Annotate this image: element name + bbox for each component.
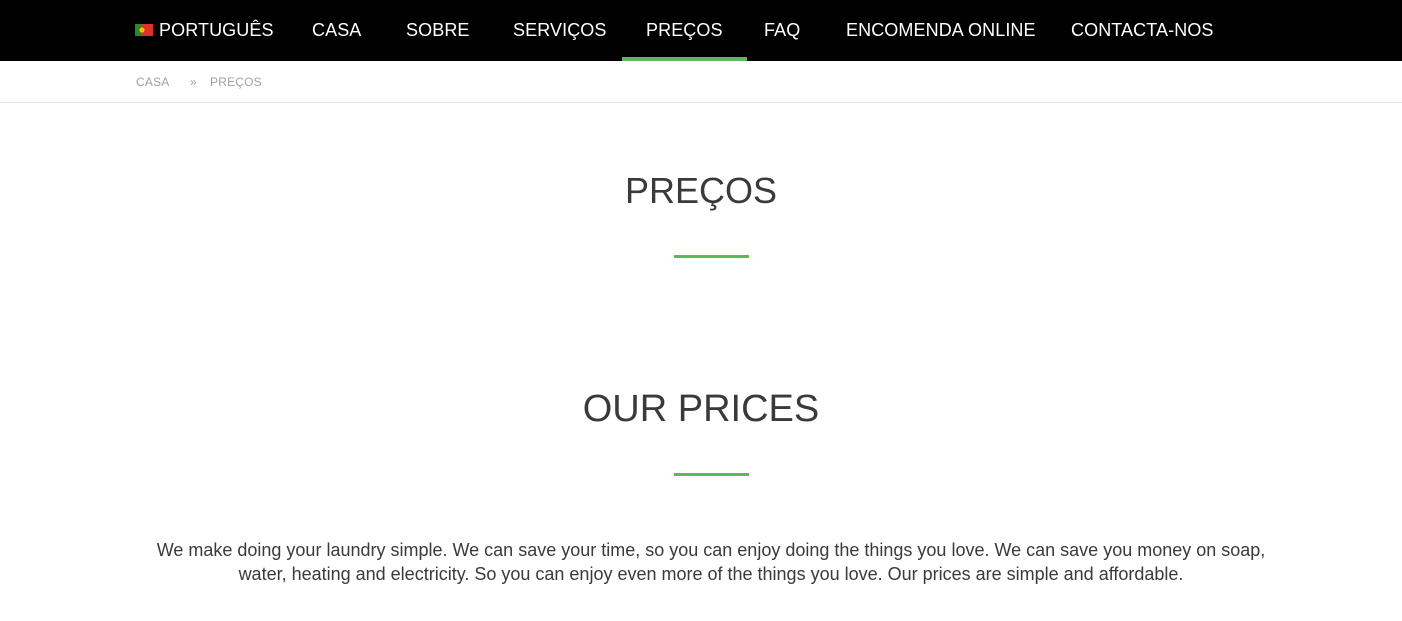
nav-item-sobre[interactable]: SOBRE (406, 0, 470, 61)
title-divider (674, 255, 749, 258)
nav-item-contacta-nos[interactable]: CONTACTA-NOS (1071, 0, 1214, 61)
breadcrumb-separator: » (190, 75, 197, 89)
nav-item-servicos[interactable]: SERVIÇOS (513, 0, 607, 61)
page-title: PREÇOS (624, 170, 778, 211)
breadcrumb: CASA » PREÇOS (0, 61, 1402, 103)
breadcrumb-current: PREÇOS (210, 75, 262, 89)
section-divider (674, 473, 749, 476)
nav-item-precos[interactable]: PREÇOS (622, 0, 747, 61)
section-title: OUR PRICES (582, 388, 820, 430)
nav-item-encomenda-online[interactable]: ENCOMENDA ONLINE (846, 0, 1036, 61)
nav-item-faq[interactable]: FAQ (764, 0, 800, 61)
language-label: PORTUGUÊS (159, 20, 274, 40)
intro-paragraph: We make doing your laundry simple. We ca… (156, 540, 1266, 584)
portugal-flag-icon (135, 0, 153, 36)
main-nav: PORTUGUÊS CASA SOBRE SERVIÇOS PREÇOS FAQ… (0, 0, 1402, 61)
nav-item-casa[interactable]: CASA (312, 0, 361, 61)
language-selector[interactable]: PORTUGUÊS (135, 0, 274, 61)
top-navigation-bar: PORTUGUÊS CASA SOBRE SERVIÇOS PREÇOS FAQ… (0, 0, 1402, 61)
breadcrumb-home-link[interactable]: CASA (136, 61, 169, 102)
